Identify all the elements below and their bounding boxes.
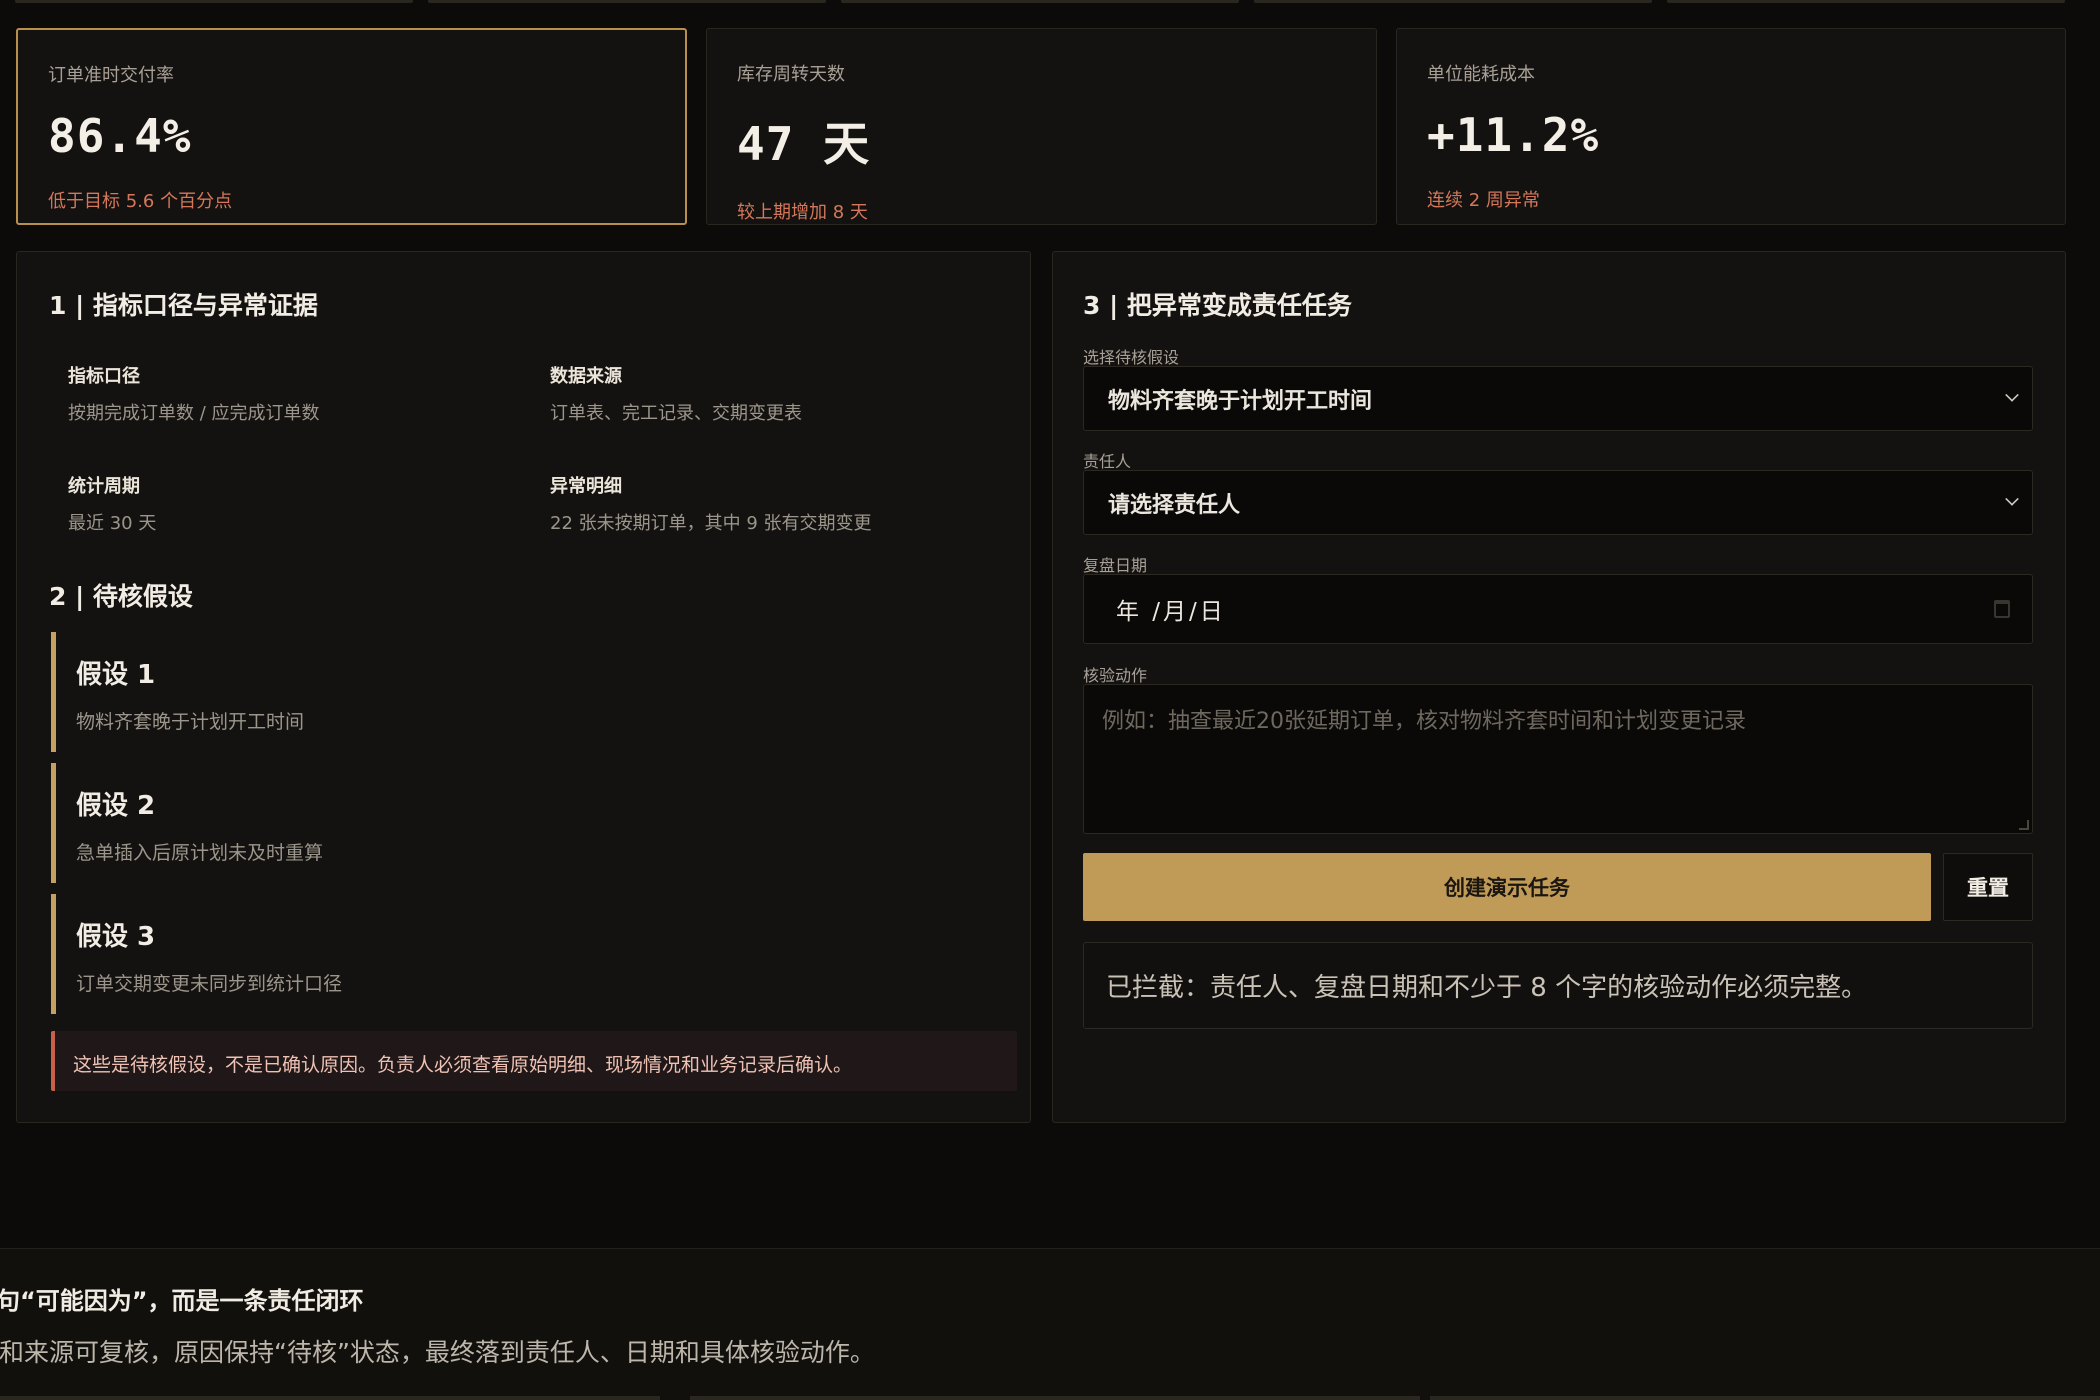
hypothesis-title: 假设 2 (76, 791, 156, 821)
kpi-value: 47 天 (737, 117, 871, 171)
page: 订单准时交付率 86.4% 低于目标 5.6 个百分点 库存周转天数 47 天 … (0, 0, 2100, 1400)
task-title: 3 | 把异常变成责任任务 (1083, 291, 1352, 320)
hypothesis-select[interactable]: 物料齐套晚于计划开工时间 (1083, 366, 2033, 431)
kpi-note: 连续 2 周异常 (1427, 190, 1540, 211)
kpi-note: 低于目标 5.6 个百分点 (48, 191, 233, 212)
review-date-input[interactable]: 年 /月/日 (1083, 574, 2033, 644)
evidence-panel: 1 | 指标口径与异常证据 指标口径 按期完成订单数 / 应完成订单数 数据来源… (16, 251, 1031, 1123)
reset-button[interactable]: 重置 (1943, 853, 2033, 921)
hypothesis-card-2[interactable]: 假设 2 急单插入后原计划未及时重算 (51, 763, 1011, 883)
kpi-card-energy-cost[interactable]: 单位能耗成本 +11.2% 连续 2 周异常 (1396, 28, 2066, 225)
resize-handle-icon[interactable] (2019, 820, 2029, 830)
create-task-button[interactable]: 创建演示任务 (1083, 853, 1931, 921)
definition-key: 数据来源 (550, 366, 622, 387)
definition-value: 订单表、完工记录、交期变更表 (550, 403, 802, 424)
validation-status-text: 已拦截：责任人、复盘日期和不少于 8 个字的核验动作必须完整。 (1106, 973, 1868, 1003)
hypothesis-desc: 物料齐套晚于计划开工时间 (76, 711, 305, 733)
hypothesis-select-label: 选择待核假设 (1083, 348, 1180, 367)
chevron-down-icon (2005, 492, 2019, 506)
review-date-label: 复盘日期 (1083, 556, 1148, 575)
kpi-value: 86.4% (48, 109, 192, 163)
kpi-card-inventory-days[interactable]: 库存周转天数 47 天 较上期增加 8 天 (706, 28, 1377, 225)
definition-key: 统计周期 (68, 476, 140, 497)
definition-key: 异常明细 (550, 476, 622, 497)
hypothesis-card-1[interactable]: 假设 1 物料齐套晚于计划开工时间 (51, 632, 1011, 752)
hypothesis-desc: 订单交期变更未同步到统计口径 (76, 973, 343, 995)
hypothesis-title: 假设 1 (76, 660, 156, 690)
hypothesis-card-3[interactable]: 假设 3 订单交期变更未同步到统计口径 (51, 894, 1011, 1014)
hypothesis-select-value: 物料齐套晚于计划开工时间 (1108, 388, 1373, 414)
definition-item: 异常明细 22 张未按期订单，其中 9 张有交期变更 (550, 472, 872, 535)
hypothesis-desc: 急单插入后原计划未及时重算 (76, 842, 324, 864)
definition-key: 指标口径 (68, 366, 140, 387)
kpi-note: 较上期增加 8 天 (737, 202, 868, 223)
review-date-value: 年 /月/日 (1116, 599, 1226, 625)
kpi-label: 单位能耗成本 (1427, 64, 1535, 85)
task-panel: 3 | 把异常变成责任任务 选择待核假设 物料齐套晚于计划开工时间 责任人 请选… (1052, 251, 2066, 1123)
top-tab-strip (0, 0, 2100, 3)
definition-item: 指标口径 按期完成订单数 / 应完成订单数 (68, 362, 320, 425)
owner-select-label: 责任人 (1083, 452, 1132, 471)
kpi-label: 订单准时交付率 (48, 65, 174, 86)
owner-select[interactable]: 请选择责任人 (1083, 470, 2033, 535)
definition-item: 数据来源 订单表、完工记录、交期变更表 (550, 362, 802, 425)
verify-action-placeholder: 例如：抽查最近20张延期订单，核对物料齐套时间和计划变更记录 (1102, 709, 1746, 734)
hypothesis-title: 假设 3 (76, 922, 156, 952)
kpi-value: +11.2% (1427, 108, 1600, 162)
hypotheses-title: 2 | 待核假设 (49, 582, 193, 611)
kpi-label: 库存周转天数 (737, 64, 845, 85)
hypothesis-warning: 这些是待核假设，不是已确认原因。负责人必须查看原始明细、现场情况和业务记录后确认… (51, 1031, 1017, 1091)
chevron-down-icon (2005, 388, 2019, 402)
calendar-icon[interactable] (1994, 600, 2010, 618)
verify-action-label: 核验动作 (1083, 666, 1148, 685)
definition-item: 统计周期 最近 30 天 (68, 472, 156, 535)
evidence-title: 1 | 指标口径与异常证据 (49, 291, 318, 320)
kpi-card-on-time-delivery[interactable]: 订单准时交付率 86.4% 低于目标 5.6 个百分点 (16, 28, 687, 225)
definition-value: 按期完成订单数 / 应完成订单数 (68, 403, 320, 424)
footer-section: 一句“可能因为”，而是一条责任闭环 会和来源可复核，原因保持“待核”状态，最终落… (0, 1248, 2100, 1400)
owner-select-value: 请选择责任人 (1108, 492, 1241, 518)
validation-status: 已拦截：责任人、复盘日期和不少于 8 个字的核验动作必须完整。 (1083, 942, 2033, 1029)
footer-text: 会和来源可复核，原因保持“待核”状态，最终落到责任人、日期和具体核验动作。 (0, 1338, 875, 1367)
footer-title: 一句“可能因为”，而是一条责任闭环 (0, 1287, 364, 1315)
definition-value: 最近 30 天 (68, 513, 157, 534)
definition-value: 22 张未按期订单，其中 9 张有交期变更 (550, 513, 872, 534)
verify-action-textarea[interactable]: 例如：抽查最近20张延期订单，核对物料齐套时间和计划变更记录 (1083, 684, 2033, 834)
